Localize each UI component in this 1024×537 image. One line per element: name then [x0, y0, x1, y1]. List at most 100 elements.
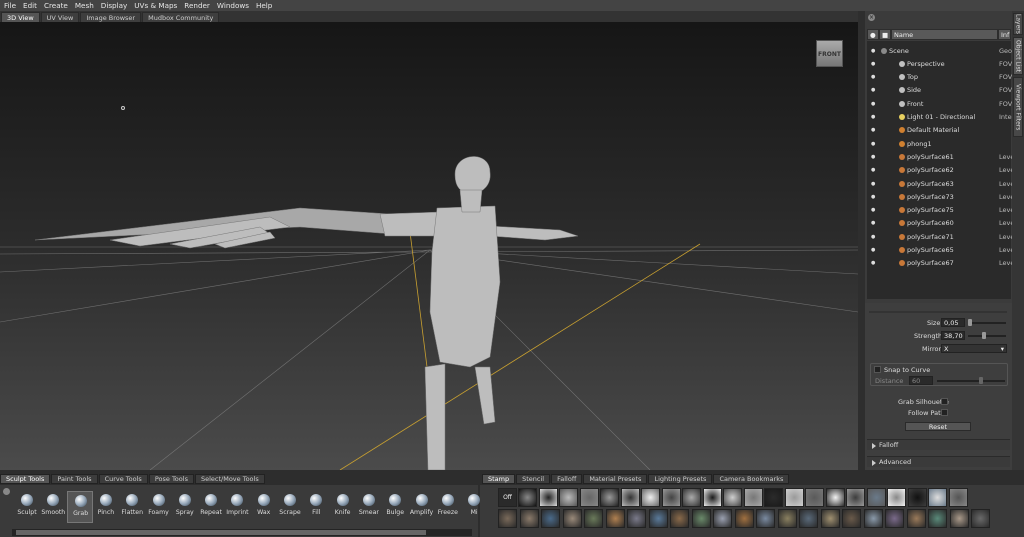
tools-scrollbar[interactable] [12, 529, 472, 536]
menu-create[interactable]: Create [44, 1, 68, 10]
visibility-column-icon[interactable]: ● [867, 29, 879, 40]
tool-sculpt[interactable]: Sculpt [14, 491, 40, 523]
tab-paint-tools[interactable]: Paint Tools [51, 474, 98, 484]
tab-curve-tools[interactable]: Curve Tools [98, 474, 148, 484]
size-slider-knob[interactable] [968, 319, 972, 326]
close-panel-icon[interactable]: × [868, 14, 875, 21]
visibility-icon[interactable]: ● [871, 127, 877, 133]
tab-sculpt-tools[interactable]: Sculpt Tools [0, 474, 51, 484]
stamp-thumbnail[interactable] [723, 488, 742, 507]
menu-file[interactable]: File [4, 1, 16, 10]
tool-imprint[interactable]: Imprint [224, 491, 250, 523]
strength-slider[interactable] [968, 332, 1006, 339]
stamp-thumbnail[interactable] [713, 509, 732, 528]
stamp-thumbnail[interactable] [907, 488, 927, 507]
visibility-icon[interactable]: ● [871, 154, 877, 160]
visibility-icon[interactable]: ● [871, 260, 877, 266]
outliner-row[interactable]: ● Light 01 - Directional Inte [867, 111, 1012, 124]
menu-windows[interactable]: Windows [217, 1, 249, 10]
tab-camera-bookmarks[interactable]: Camera Bookmarks [713, 474, 790, 484]
tool-wax[interactable]: Wax [251, 491, 277, 523]
outliner-row[interactable]: ● polySurface71 Leve [867, 230, 1014, 243]
tab-stamp[interactable]: Stamp [482, 474, 516, 484]
stamp-thumbnail[interactable] [846, 488, 865, 507]
menu-render[interactable]: Render [184, 1, 210, 10]
stamp-thumbnail[interactable] [842, 509, 861, 528]
tool-foamy[interactable]: Foamy [146, 491, 172, 523]
tab-falloff[interactable]: Falloff [551, 474, 583, 484]
stamp-thumbnail[interactable] [518, 488, 537, 507]
tray-menu-icon[interactable] [3, 488, 10, 495]
menu-mesh[interactable]: Mesh [75, 1, 94, 10]
visibility-icon[interactable]: ● [871, 48, 877, 54]
outliner-row[interactable]: ● Side FOV [867, 84, 1012, 97]
visibility-icon[interactable]: ● [871, 87, 877, 93]
tool-knife[interactable]: Knife [330, 491, 356, 523]
stamp-thumbnail[interactable] [562, 509, 582, 528]
stamp-thumbnail[interactable] [949, 509, 969, 528]
outliner-row[interactable]: ● Scene Geo [867, 44, 1012, 57]
outliner-row[interactable]: ● polySurface63 Leve [867, 177, 1014, 190]
tab-material-presets[interactable]: Material Presets [583, 474, 648, 484]
stamp-thumbnail[interactable] [928, 509, 947, 528]
tab-lighting-presets[interactable]: Lighting Presets [648, 474, 713, 484]
stamp-thumbnail[interactable] [971, 509, 990, 528]
tool-scrape[interactable]: Scrape [277, 491, 303, 523]
visibility-icon[interactable]: ● [871, 141, 877, 147]
distance-slider[interactable] [937, 377, 1005, 384]
outliner-row[interactable]: ● Perspective FOV [867, 57, 1012, 70]
menu-display[interactable]: Display [101, 1, 128, 10]
stamp-thumbnail[interactable] [620, 488, 640, 507]
column-name[interactable]: Name [891, 29, 998, 40]
visibility-icon[interactable]: ● [871, 234, 877, 240]
stamp-thumbnail[interactable] [661, 488, 681, 507]
menu-uvs-maps[interactable]: UVs & Maps [134, 1, 177, 10]
visibility-icon[interactable]: ● [871, 247, 877, 253]
visibility-icon[interactable]: ● [871, 207, 877, 213]
tool-grab[interactable]: Grab [66, 491, 93, 523]
mirror-select[interactable]: X ▾ [941, 344, 1007, 353]
tab-viewport-filters[interactable]: Viewport Filters [1013, 77, 1023, 137]
follow-path-checkbox[interactable] [941, 409, 948, 416]
tab-image-browser[interactable]: Image Browser [80, 12, 142, 22]
outliner-row[interactable]: ● polySurface67 Leve [867, 257, 1014, 270]
visibility-icon[interactable]: ● [871, 101, 877, 107]
tool-flatten[interactable]: Flatten [119, 491, 145, 523]
menu-edit[interactable]: Edit [23, 1, 37, 10]
tool-fill[interactable]: Fill [303, 491, 329, 523]
tab-select-move-tools[interactable]: Select/Move Tools [194, 474, 265, 484]
stamp-thumbnail[interactable] [682, 488, 701, 507]
stamp-off[interactable]: Off [498, 488, 517, 507]
stamp-thumbnail[interactable] [559, 488, 578, 507]
stamp-thumbnail[interactable] [784, 488, 804, 507]
visibility-icon[interactable]: ● [871, 194, 877, 200]
stamp-thumbnail[interactable] [691, 509, 711, 528]
grab-silhouette-checkbox[interactable] [941, 398, 948, 405]
tab-uv-view[interactable]: UV View [40, 12, 80, 22]
stamp-thumbnail[interactable] [820, 509, 840, 528]
size-slider[interactable] [968, 319, 1006, 326]
stamp-thumbnail[interactable] [541, 509, 560, 528]
outliner-row[interactable]: ● polySurface73 Leve [867, 190, 1014, 203]
tool-repeat[interactable]: Repeat [198, 491, 224, 523]
outliner-row[interactable]: ● Default Material [867, 124, 1011, 137]
tab-pose-tools[interactable]: Pose Tools [148, 474, 194, 484]
visibility-icon[interactable]: ● [871, 61, 877, 67]
outliner-row[interactable]: ● Top FOV [867, 71, 1012, 84]
stamp-thumbnail[interactable] [887, 488, 906, 507]
tools-scroll-thumb[interactable] [16, 530, 426, 535]
panel-divider[interactable] [858, 11, 865, 470]
stamp-thumbnail[interactable] [756, 509, 775, 528]
strength-field[interactable]: 38,70 [941, 331, 965, 340]
visibility-icon[interactable]: ● [871, 220, 877, 226]
tool-amplify[interactable]: Amplify [409, 491, 435, 523]
tab-object-list[interactable]: Object List [1013, 37, 1023, 75]
stamp-thumbnail[interactable] [799, 509, 818, 528]
stamp-thumbnail[interactable] [641, 488, 660, 507]
stamp-thumbnail[interactable] [805, 488, 824, 507]
stamp-thumbnail[interactable] [600, 488, 619, 507]
visibility-icon[interactable]: ● [871, 167, 877, 173]
snap-to-curve-checkbox[interactable] [874, 366, 881, 373]
stamp-thumbnail[interactable] [538, 488, 558, 507]
stamp-thumbnail[interactable] [885, 509, 904, 528]
